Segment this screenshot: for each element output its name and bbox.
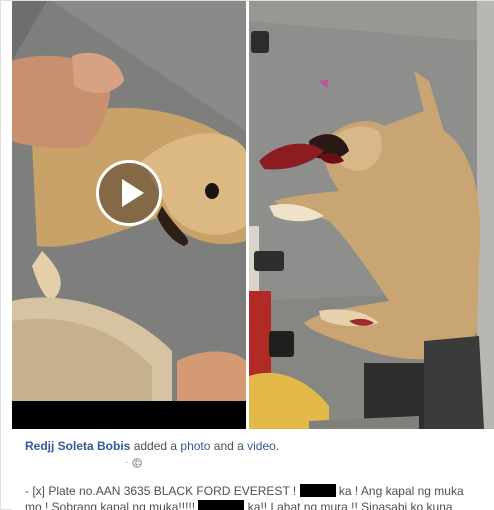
post-header: Redjj Soleta Bobis added a photo and a v… [12,429,494,510]
globe-icon[interactable] [132,458,143,468]
action-text-and: and a [210,439,248,453]
video-link[interactable]: video [247,439,276,453]
post-message-line-1: - [x] Plate no.AAN 3635 BLACK FORD EVERE… [25,483,487,499]
action-text-suffix: . [275,439,280,453]
post-timestamp-row: · [125,457,143,469]
photo-thumbnail[interactable] [249,1,494,429]
post-media [12,1,494,429]
action-text-prefix: added a [130,439,181,453]
play-triangle [122,179,144,207]
redaction-box [299,484,336,497]
message-text-2a: mo ! Sobrang kapal ng muka!!!!! [25,500,199,510]
redaction-box [198,500,245,510]
time-separator: · [125,457,129,468]
play-icon[interactable] [96,160,162,226]
author-name-link[interactable]: Redjj Soleta Bobis [25,439,130,453]
video-thumbnail[interactable] [12,1,246,429]
message-text-1a: - [x] Plate no.AAN 3635 BLACK FORD EVERE… [25,484,300,498]
message-text-2b: ka!! Lahat ng mura !! Sinasabi ko kuna [244,500,453,510]
photo-link[interactable]: photo [180,439,210,453]
post-author-line: Redjj Soleta Bobis added a photo and a v… [25,439,279,453]
message-text-1b: ka ! Ang kapal ng muka [335,484,464,498]
photo-image [249,1,494,429]
post-message-line-2: mo ! Sobrang kapal ng muka!!!!! ka!! Lah… [25,499,487,510]
news-feed-post: Redjj Soleta Bobis added a photo and a v… [0,0,494,510]
post-message: - [x] Plate no.AAN 3635 BLACK FORD EVERE… [25,483,487,510]
video-bottom-bar [12,401,246,429]
